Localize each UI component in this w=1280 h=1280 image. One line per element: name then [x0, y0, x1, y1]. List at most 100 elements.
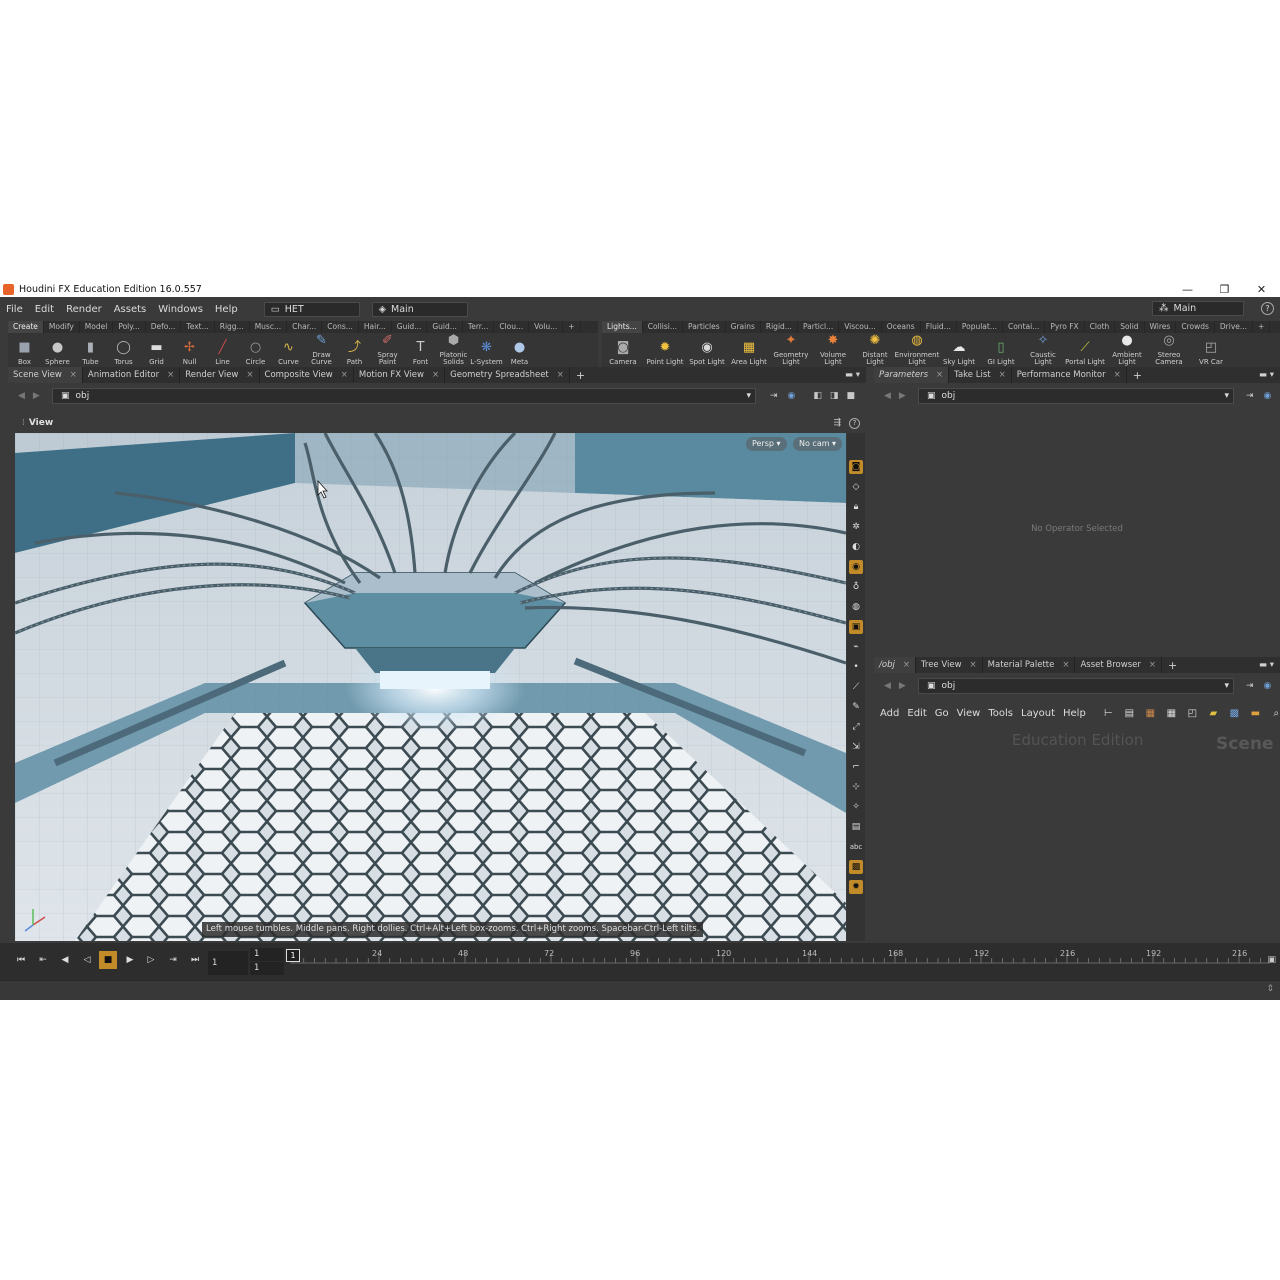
shading-icon[interactable]: ◐: [849, 540, 863, 554]
tab-take-list[interactable]: Take List ×: [949, 367, 1012, 383]
shelf-tool-sphere[interactable]: ● Sphere: [41, 340, 74, 366]
shelf-tab-lights-16[interactable]: Drive...: [1215, 321, 1254, 333]
shelf-tab-lights-6[interactable]: Viscou...: [839, 321, 882, 333]
snap-icon[interactable]: ⌁: [849, 640, 863, 654]
menu-help[interactable]: Help: [209, 304, 244, 315]
shelf-tool-environment-light[interactable]: ◍ Environment Light: [895, 333, 940, 366]
lock-camera-icon[interactable]: ◙: [849, 460, 863, 474]
end-frame-field[interactable]: 1: [250, 962, 284, 975]
background-icon[interactable]: ▣: [849, 620, 863, 634]
shelf-tab-lights-5[interactable]: Particl...: [798, 321, 840, 333]
shelf-tab-lights-3[interactable]: Grains: [726, 321, 761, 333]
shelf-tab-create-14[interactable]: Clou...: [494, 321, 530, 333]
prev-key-icon[interactable]: ⇤: [34, 951, 52, 969]
tree-icon[interactable]: ⊢: [1098, 708, 1119, 719]
shelf-tab-create-5[interactable]: Text...: [181, 321, 215, 333]
link-icon[interactable]: ◉: [1264, 391, 1272, 401]
restore-button[interactable]: ❐: [1206, 283, 1243, 296]
tab-motion-fx-view[interactable]: Motion FX View ×: [354, 367, 446, 383]
construct-plane-icon[interactable]: ⊹: [849, 780, 863, 794]
render-region-icon[interactable]: ■: [846, 391, 855, 401]
shelf-tool-portal-light[interactable]: ⟋ Portal Light: [1064, 340, 1106, 366]
viewer-help-icon[interactable]: ?: [849, 417, 860, 429]
shelf-tab-create-10[interactable]: Hair...: [359, 321, 392, 333]
shelf-tool-font[interactable]: T Font: [404, 340, 437, 366]
shelf-tab-create-13[interactable]: Terr...: [463, 321, 495, 333]
timeline-ruler[interactable]: 1 24 48 72 96 120 144 168 192 216 192 216: [286, 949, 1270, 969]
shelf-tab-create-12[interactable]: Guid...: [427, 321, 463, 333]
grid-view-icon[interactable]: ▦: [1161, 708, 1182, 719]
shelf-tool-point-light[interactable]: ✹ Point Light: [644, 340, 686, 366]
net-menu-go[interactable]: Go: [931, 708, 953, 719]
sticky-note-icon[interactable]: ▰: [1203, 708, 1224, 719]
menu-render[interactable]: Render: [60, 304, 108, 315]
shelf-tool-geometry-light[interactable]: ✦ Geometry Light: [770, 333, 812, 366]
desktop-selector-het[interactable]: ▭ HET: [263, 301, 360, 317]
net-menu-layout[interactable]: Layout: [1017, 708, 1059, 719]
select-icon[interactable]: ◇: [849, 480, 863, 494]
shelf-tool-l-system[interactable]: ❋ L-System: [470, 340, 503, 366]
shelf-tab-create-1[interactable]: Modify: [44, 321, 80, 333]
shelf-tab-create-7[interactable]: Musc...: [250, 321, 288, 333]
add-tab-icon[interactable]: +: [1162, 659, 1183, 672]
path-dropdown-icon[interactable]: ▾: [746, 391, 751, 401]
tab-composite-view[interactable]: Composite View ×: [260, 367, 354, 383]
tab-close-icon[interactable]: ×: [1114, 370, 1121, 380]
shelf-tool-line[interactable]: ╱ Line: [206, 340, 239, 366]
menu-windows[interactable]: Windows: [152, 304, 209, 315]
shelf-tool-platonic-solids[interactable]: ⬢ Platonic Solids: [437, 333, 470, 366]
net-menu-edit[interactable]: Edit: [903, 708, 930, 719]
desktop-selector-main[interactable]: ◈ Main: [371, 301, 468, 317]
tab-close-icon[interactable]: ×: [341, 370, 348, 380]
3d-viewport[interactable]: [15, 433, 846, 941]
tab-close-icon[interactable]: ×: [557, 370, 564, 380]
tab-geometry-spreadsheet[interactable]: Geometry Spreadsheet ×: [445, 367, 570, 383]
shelf-tab-create-9[interactable]: Cons...: [322, 321, 359, 333]
menu-file[interactable]: File: [0, 304, 29, 315]
frame-marker[interactable]: 1: [286, 949, 300, 962]
text-overlay-icon[interactable]: abc: [849, 840, 863, 854]
tab-close-icon[interactable]: ×: [246, 370, 253, 380]
tab-close-icon[interactable]: ×: [167, 370, 174, 380]
tab-obj-network[interactable]: /obj ×: [874, 657, 916, 673]
close-button[interactable]: ✕: [1243, 283, 1280, 296]
shelf-tab-create-8[interactable]: Char...: [287, 321, 323, 333]
shelf-tab-lights-9[interactable]: Populat...: [957, 321, 1003, 333]
shelf-tool-grid[interactable]: ▬ Grid: [140, 340, 173, 366]
link-icon[interactable]: ◉: [1264, 681, 1272, 691]
display-options-icon[interactable]: ◧: [813, 391, 822, 401]
bounding-box-icon[interactable]: ⌐: [849, 760, 863, 774]
shelf-tool-spray-paint[interactable]: ✐ Spray Paint: [371, 333, 404, 366]
tab-parameters[interactable]: Parameters ×: [874, 367, 950, 383]
tab-close-icon[interactable]: ×: [903, 660, 910, 670]
perspective-menu-button[interactable]: Persp ▾: [746, 437, 787, 451]
jump-start-icon[interactable]: ⏮︎: [12, 951, 30, 969]
tab-animation-editor[interactable]: Animation Editor ×: [83, 367, 181, 383]
shelf-tab-lights-8[interactable]: Fluid...: [921, 321, 957, 333]
shelf-tool-box[interactable]: ■ Box: [8, 340, 41, 366]
pane-maximize-icon[interactable]: ▬ ▾: [1259, 660, 1274, 670]
shelf-tool-caustic-light[interactable]: ✧ Caustic Light: [1022, 333, 1064, 366]
light-bulb-icon[interactable]: ♁: [849, 580, 863, 594]
tab-asset-browser[interactable]: Asset Browser ×: [1075, 657, 1162, 673]
shelf-tool-sky-light[interactable]: ☁ Sky Light: [938, 340, 980, 366]
shelf-tool-spot-light[interactable]: ◉ Spot Light: [686, 340, 728, 366]
play-forward-icon[interactable]: ▶︎: [121, 951, 139, 969]
minimize-button[interactable]: —: [1169, 283, 1206, 296]
tab-scene-view[interactable]: Scene View ×: [8, 367, 83, 383]
scene-path-field[interactable]: ▣ obj ▾: [52, 388, 756, 404]
net-menu-help[interactable]: Help: [1059, 708, 1090, 719]
shelf-tool-tube[interactable]: ▮ Tube: [74, 340, 107, 366]
shelf-tool-distant-light[interactable]: ✺ Distant Light: [854, 333, 896, 366]
folder-icon[interactable]: ▬: [1245, 708, 1266, 719]
lighting-icon[interactable]: ◉: [849, 560, 863, 574]
tab-performance-monitor[interactable]: Performance Monitor ×: [1012, 367, 1127, 383]
shelf-tab-create-6[interactable]: Rigg...: [215, 321, 250, 333]
viewer-layout-icon[interactable]: ⇶: [833, 418, 841, 428]
menu-assets[interactable]: Assets: [108, 304, 153, 315]
tab-render-view[interactable]: Render View ×: [180, 367, 260, 383]
play-reverse-icon[interactable]: ◁: [78, 951, 96, 969]
tab-close-icon[interactable]: ×: [70, 370, 77, 380]
shelf-tab-lights-10[interactable]: Contai...: [1003, 321, 1046, 333]
template-icon[interactable]: ▤: [849, 820, 863, 834]
